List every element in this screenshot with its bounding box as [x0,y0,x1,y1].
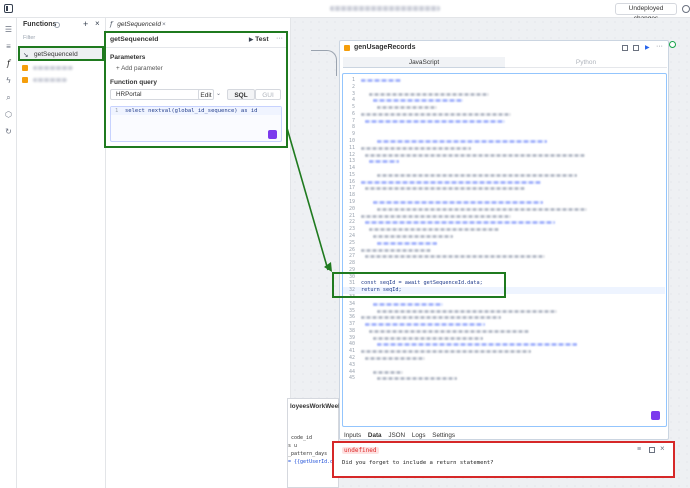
annotation-arrow [286,127,332,272]
